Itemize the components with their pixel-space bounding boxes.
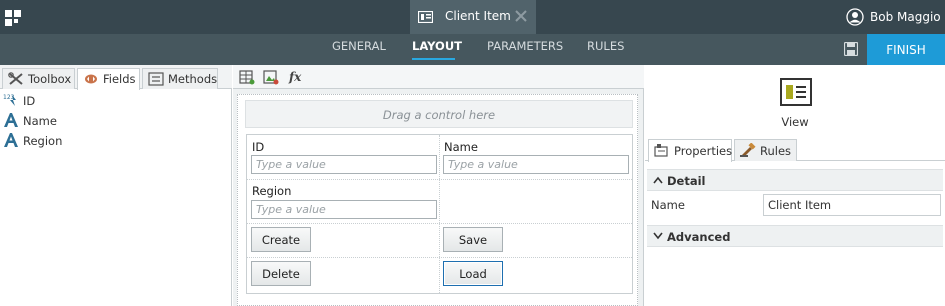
wizard-nav: GENERAL LAYOUT PARAMETERS RULES <box>0 34 945 65</box>
load-button[interactable]: Load <box>443 261 503 286</box>
rules-icon <box>740 143 756 157</box>
id-label: ID <box>252 140 265 154</box>
designer-area: fx Drag a control here ID Type a value N… <box>233 65 644 306</box>
detail-section-title: Detail <box>667 174 706 188</box>
tab-rules-panel[interactable]: Rules <box>734 139 797 161</box>
right-panel-tabs: Properties Rules <box>645 137 945 162</box>
text-field-icon <box>4 133 18 147</box>
id-input[interactable]: Type a value <box>251 155 437 174</box>
image-layout-icon[interactable] <box>263 69 279 85</box>
tab-fields-label: Fields <box>103 72 136 86</box>
row-divider <box>247 223 632 224</box>
text-field-icon <box>4 113 18 127</box>
control-drop-zone[interactable]: Drag a control here <box>245 100 633 128</box>
row-divider <box>247 257 632 258</box>
tab-properties-label: Properties <box>674 144 733 158</box>
svg-text:fx: fx <box>288 70 302 84</box>
drop-hint: Drag a control here <box>382 108 496 122</box>
tab-methods[interactable]: Methods <box>142 68 218 89</box>
toolbox-icon <box>8 72 23 85</box>
active-tab-indicator <box>412 58 455 60</box>
view-icon[interactable] <box>780 78 812 106</box>
chevron-down-icon <box>653 232 663 240</box>
chevron-up-icon <box>653 176 663 184</box>
expression-fx-icon[interactable]: fx <box>288 69 304 85</box>
field-item-label: Region <box>23 134 63 148</box>
advanced-section-header[interactable]: Advanced <box>647 225 943 247</box>
region-input[interactable]: Type a value <box>251 200 437 219</box>
autonumber-field-icon: 123 <box>3 94 16 106</box>
tab-fields[interactable]: Fields <box>77 68 140 90</box>
tab-rules[interactable]: RULES <box>587 39 624 53</box>
region-label: Region <box>252 184 292 198</box>
methods-icon <box>148 72 164 86</box>
finish-button[interactable]: FINISH <box>867 34 945 65</box>
create-button[interactable]: Create <box>251 227 311 252</box>
advanced-section-title: Advanced <box>667 230 731 244</box>
document-tab[interactable]: Client Item <box>410 0 536 34</box>
tab-toolbox-label: Toolbox <box>28 72 72 86</box>
save-button[interactable]: Save <box>443 227 503 252</box>
close-icon[interactable] <box>514 9 528 23</box>
tab-properties[interactable]: Properties <box>648 139 732 162</box>
left-panel: Toolbox Fields Methods 123 ID Name Regio… <box>0 65 232 306</box>
form-canvas: Drag a control here ID Type a value Name… <box>237 94 638 306</box>
row-divider <box>247 179 632 180</box>
form-view-icon <box>418 11 433 23</box>
name-property-label: Name <box>651 198 685 212</box>
left-panel-tabs: Toolbox Fields Methods <box>0 65 232 90</box>
tab-parameters[interactable]: PARAMETERS <box>487 39 563 53</box>
view-label: View <box>781 115 809 129</box>
tab-methods-label: Methods <box>168 72 218 86</box>
user-avatar-icon <box>846 8 864 26</box>
field-item-label: Name <box>23 114 57 128</box>
detail-section-header[interactable]: Detail <box>647 169 943 191</box>
right-panel: View Properties Rules Detail Name Client… <box>645 65 945 306</box>
table-layout-icon[interactable] <box>239 69 255 85</box>
document-title: Client Item <box>445 9 511 23</box>
column-divider <box>439 135 440 293</box>
field-item-label: ID <box>23 94 36 108</box>
tab-general[interactable]: GENERAL <box>332 39 386 53</box>
designer-toolbar: fx <box>233 65 644 89</box>
delete-button[interactable]: Delete <box>251 261 311 286</box>
tab-rules-label: Rules <box>760 144 792 158</box>
tab-toolbox[interactable]: Toolbox <box>2 68 75 89</box>
name-property-input[interactable]: Client Item <box>763 194 941 216</box>
tab-layout[interactable]: LAYOUT <box>412 39 462 53</box>
fields-icon <box>85 74 97 84</box>
apps-grid-icon[interactable] <box>5 10 21 26</box>
name-input[interactable]: Type a value <box>443 155 629 174</box>
name-label: Name <box>444 140 478 154</box>
save-icon[interactable] <box>844 42 858 56</box>
properties-icon <box>654 144 668 157</box>
user-name: Bob Maggio <box>870 10 941 24</box>
top-bar: Client Item Bob Maggio <box>0 0 945 34</box>
layout-table: ID Type a value Name Type a value Region… <box>246 134 633 294</box>
